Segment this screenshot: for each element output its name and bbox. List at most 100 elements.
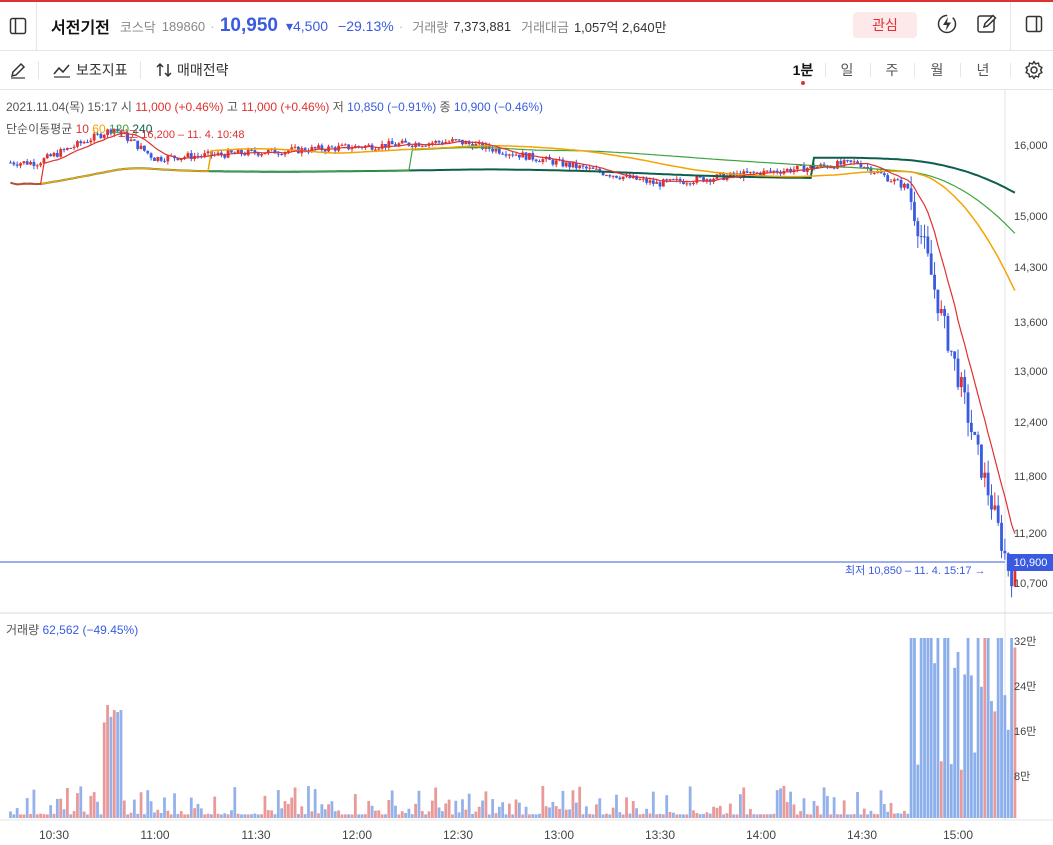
volume-bar bbox=[672, 812, 675, 818]
edit-button[interactable] bbox=[975, 12, 999, 36]
period-1min[interactable]: 1분 bbox=[788, 51, 818, 89]
draw-button[interactable] bbox=[9, 51, 27, 89]
candle-body bbox=[949, 350, 953, 352]
candle-body bbox=[568, 162, 572, 168]
volume-bar bbox=[457, 812, 461, 818]
candle-body bbox=[1010, 570, 1013, 587]
volume-bar bbox=[79, 786, 83, 818]
settings-button[interactable] bbox=[1024, 51, 1044, 89]
volume-bar bbox=[410, 814, 414, 818]
volume-bar bbox=[745, 814, 749, 818]
volume-bar bbox=[149, 801, 153, 818]
volume-bar bbox=[330, 801, 334, 818]
volume-bar bbox=[859, 814, 863, 818]
price-tick: 12,400 bbox=[1014, 417, 1048, 429]
volume-bar bbox=[842, 800, 846, 818]
candle-body bbox=[584, 166, 588, 169]
period-month[interactable]: 월 bbox=[922, 51, 952, 89]
period-year[interactable]: 년 bbox=[968, 51, 998, 89]
volume-bar bbox=[584, 806, 588, 818]
volume-bar bbox=[42, 814, 46, 818]
candle-body bbox=[293, 146, 297, 148]
candle-body bbox=[69, 147, 73, 149]
volume-bar bbox=[109, 716, 113, 818]
volume-bar bbox=[266, 810, 270, 818]
volume-bar bbox=[986, 638, 990, 818]
price-tick: 10,700 bbox=[1014, 578, 1048, 590]
favorite-button[interactable]: 관심 bbox=[853, 12, 917, 38]
ma10-legend: 10 bbox=[75, 122, 89, 136]
volume-bar bbox=[638, 814, 642, 818]
panel-toggle-left[interactable] bbox=[0, 2, 36, 50]
candle-body bbox=[672, 179, 675, 181]
volume-bar bbox=[464, 809, 468, 818]
price-tick: 13,000 bbox=[1014, 366, 1048, 378]
volume-bar bbox=[625, 797, 628, 818]
candle-body bbox=[410, 145, 414, 148]
candle-body bbox=[886, 175, 890, 182]
volume-bar bbox=[983, 638, 987, 818]
volume-bar bbox=[611, 807, 615, 818]
strategy-button[interactable]: 매매전략 bbox=[156, 51, 229, 89]
volume-bar bbox=[397, 814, 401, 818]
volume-bar bbox=[126, 814, 130, 818]
volume-bar bbox=[320, 804, 324, 818]
candle-body bbox=[76, 141, 79, 147]
candle-body bbox=[156, 157, 160, 161]
candle-body bbox=[12, 162, 16, 165]
candle-body bbox=[430, 142, 434, 144]
time-tick: 14:00 bbox=[745, 828, 777, 842]
volume-bar bbox=[826, 795, 829, 818]
volume-bar bbox=[554, 806, 558, 818]
volume-bar bbox=[256, 814, 260, 818]
indicator-button[interactable]: 보조지표 bbox=[53, 51, 128, 89]
volume-bar bbox=[119, 710, 123, 818]
market-name: 코스닥 bbox=[119, 19, 156, 35]
candle-body bbox=[159, 157, 163, 161]
volume-bar bbox=[337, 810, 340, 818]
volume-bar bbox=[106, 704, 109, 818]
candle-body bbox=[404, 140, 407, 143]
volume-bar bbox=[668, 812, 672, 818]
candle-body bbox=[260, 154, 263, 156]
candle-body bbox=[588, 167, 592, 169]
candle-body bbox=[49, 154, 53, 157]
volume-bar bbox=[39, 813, 43, 818]
volume-bar bbox=[384, 814, 387, 818]
volume-bar bbox=[665, 795, 669, 818]
flash-button[interactable] bbox=[935, 12, 959, 36]
volume-bar bbox=[32, 789, 36, 818]
period-week[interactable]: 주 bbox=[877, 51, 907, 89]
volume-bar bbox=[370, 805, 374, 818]
candle-body bbox=[618, 177, 622, 180]
candle-body bbox=[367, 144, 371, 146]
volume-bar bbox=[531, 814, 535, 818]
candle-body bbox=[374, 149, 377, 151]
volume-bar bbox=[203, 814, 207, 818]
volume-bar bbox=[226, 814, 230, 818]
panel-toggle-right[interactable] bbox=[1022, 12, 1046, 36]
candle-body bbox=[250, 149, 253, 151]
candle-body bbox=[146, 150, 150, 154]
candle-body bbox=[524, 152, 528, 160]
candle-body bbox=[795, 165, 799, 170]
price-chart[interactable] bbox=[0, 90, 1053, 845]
candle-body bbox=[638, 179, 642, 181]
volume-bar bbox=[394, 805, 397, 818]
volume-bar bbox=[236, 813, 240, 818]
volume-bar bbox=[270, 810, 274, 818]
volume-bar bbox=[484, 791, 488, 818]
candle-body bbox=[317, 145, 320, 149]
candle-body bbox=[655, 182, 659, 184]
volume-bar bbox=[906, 813, 910, 818]
volume-bar bbox=[357, 814, 361, 818]
low-label: 저 bbox=[332, 100, 344, 114]
gear-icon bbox=[1025, 60, 1043, 80]
candle-body bbox=[839, 161, 843, 165]
volume-bar bbox=[59, 798, 63, 818]
volume-bar bbox=[722, 814, 726, 818]
volume-bar bbox=[263, 795, 267, 818]
period-day[interactable]: 일 bbox=[832, 51, 862, 89]
close-value: 10,900 (−0.46%) bbox=[453, 100, 543, 114]
volume-bar bbox=[762, 814, 766, 818]
